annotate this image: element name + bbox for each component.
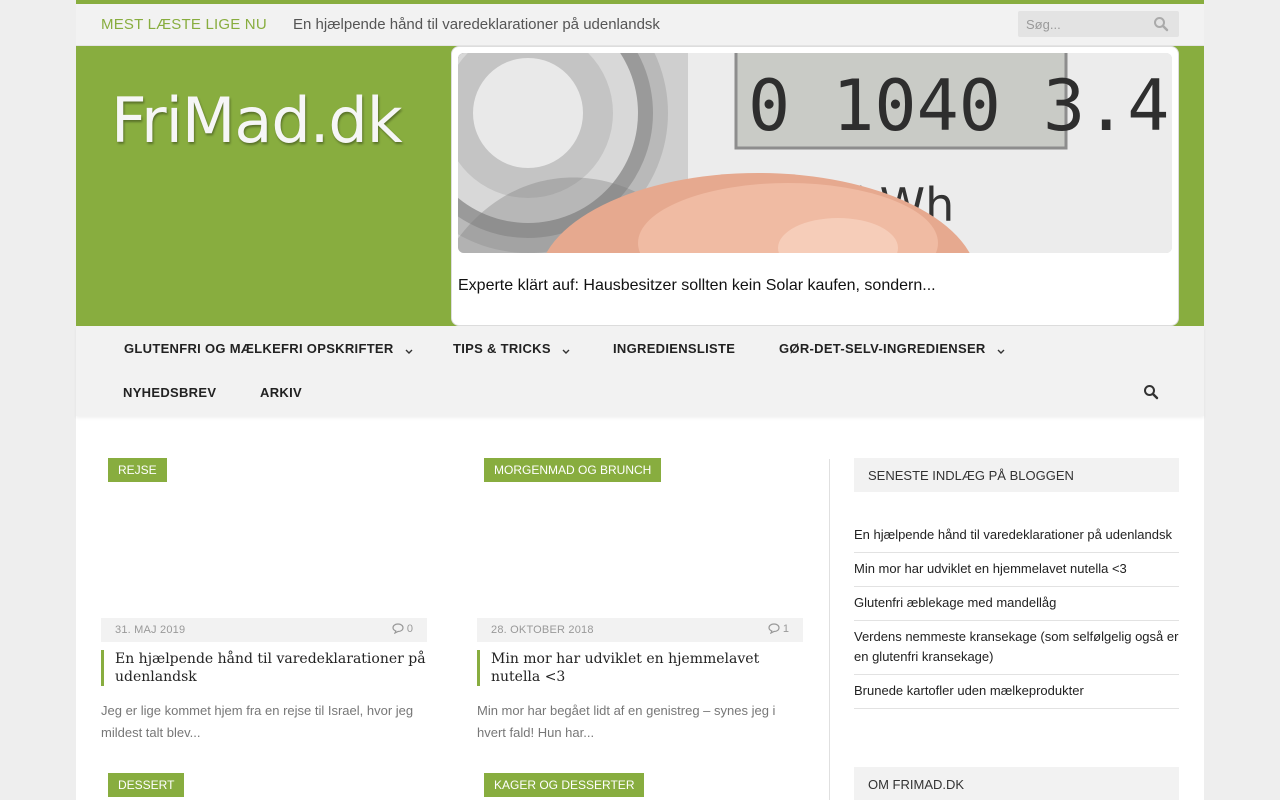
nav-item-label: GØR-DET-SELV-INGREDIENSER (779, 341, 986, 356)
nav-item-opskrifter[interactable]: GLUTENFRI OG MÆLKEFRI OPSKRIFTER (124, 341, 414, 356)
meter-reading: 0 1040 3.4 (748, 65, 1169, 147)
nav-item-gor-det-selv[interactable]: GØR-DET-SELV-INGREDIENSER (779, 341, 1006, 356)
recent-posts-list: En hjælpende hånd til varedeklarationer … (854, 525, 1179, 709)
nav-item-label: ARKIV (260, 385, 302, 400)
post-date: 28. OKTOBER 2018 (491, 624, 594, 636)
post-meta: 28. OKTOBER 2018 1 (477, 618, 803, 642)
chevron-down-icon (404, 345, 414, 355)
category-badge[interactable]: REJSE (108, 458, 167, 482)
recent-post-link[interactable]: En hjælpende hånd til varedeklarationer … (854, 525, 1179, 553)
post-title[interactable]: Min mor har udviklet en hjemmelavet nute… (477, 650, 803, 686)
trending-label: MEST LÆSTE LIGE NU (101, 16, 267, 33)
nav-item-label: GLUTENFRI OG MÆLKEFRI OPSKRIFTER (124, 341, 394, 356)
post-card: REJSE 31. MAJ 2019 0 En hjælpende hånd t… (101, 458, 427, 758)
search-icon[interactable] (1153, 16, 1169, 32)
ad-caption[interactable]: Experte klärt auf: Hausbesitzer sollten … (458, 277, 936, 295)
sidebar-heading-recent: SENESTE INDLÆG PÅ BLOGGEN (854, 458, 1179, 492)
post-date: 31. MAJ 2019 (115, 624, 186, 636)
post-excerpt: Min mor har begået lidt af en genistreg … (477, 703, 776, 740)
comment-count-value: 1 (782, 623, 789, 635)
recent-post-link[interactable]: Verdens nemmeste kransekage (som selfølg… (854, 621, 1179, 675)
main-nav: GLUTENFRI OG MÆLKEFRI OPSKRIFTER TIPS & … (76, 326, 1204, 416)
sidebar-heading-about: OM FRIMAD.DK (854, 767, 1179, 800)
recent-post-link[interactable]: Brunede kartofler uden mælkeprodukter (854, 675, 1179, 709)
page: MEST LÆSTE LIGE NU En hjælpende hånd til… (76, 0, 1204, 800)
ad-image[interactable]: 0 1040 3.4 kWh (458, 53, 1172, 253)
top-bar: MEST LÆSTE LIGE NU En hjælpende hånd til… (76, 4, 1204, 46)
comment-icon (768, 623, 780, 635)
site-logo[interactable]: FriMad.dk (111, 84, 403, 157)
post-title[interactable]: En hjælpende hånd til varedeklarationer … (101, 650, 427, 686)
comment-count-value: 0 (406, 623, 413, 635)
recent-post-link[interactable]: Min mor har udviklet en hjemmelavet nute… (854, 553, 1179, 587)
comment-count[interactable]: 0 (392, 623, 413, 635)
top-search (1018, 11, 1179, 37)
site-header: FriMad.dk 0 1040 3.4 kWh (76, 46, 1204, 326)
post-meta: 31. MAJ 2019 0 (101, 618, 427, 642)
nav-item-label: INGREDIENSLISTE (613, 341, 736, 356)
nav-item-label: NYHEDSBREV (123, 385, 217, 400)
trending-link[interactable]: En hjælpende hånd til varedeklarationer … (293, 16, 660, 33)
comment-count[interactable]: 1 (768, 623, 789, 635)
nav-item-arkiv[interactable]: ARKIV (260, 385, 302, 400)
nav-item-nyhedsbrev[interactable]: NYHEDSBREV (123, 385, 216, 400)
post-excerpt: Jeg er lige kommet hjem fra en rejse til… (101, 703, 414, 740)
nav-item-tips[interactable]: TIPS & TRICKS (453, 341, 571, 356)
advertisement[interactable]: 0 1040 3.4 kWh Experte klärt auf: Hausbe… (451, 46, 1179, 326)
search-input[interactable] (1018, 11, 1148, 37)
comment-icon (392, 623, 404, 635)
nav-item-label: TIPS & TRICKS (453, 341, 551, 356)
chevron-down-icon (996, 345, 1006, 355)
search-icon[interactable] (1143, 384, 1159, 400)
recent-post-link[interactable]: Glutenfri æblekage med mandellåg (854, 587, 1179, 621)
post-card: MORGENMAD OG BRUNCH 28. OKTOBER 2018 1 M… (477, 458, 803, 758)
category-badge[interactable]: DESSERT (108, 773, 185, 797)
nav-item-ingrediensliste[interactable]: INGREDIENSLISTE (613, 341, 735, 356)
category-badge[interactable]: KAGER OG DESSERTER (484, 773, 645, 797)
column-divider (829, 459, 830, 800)
chevron-down-icon (561, 345, 571, 355)
category-badge[interactable]: MORGENMAD OG BRUNCH (484, 458, 662, 482)
